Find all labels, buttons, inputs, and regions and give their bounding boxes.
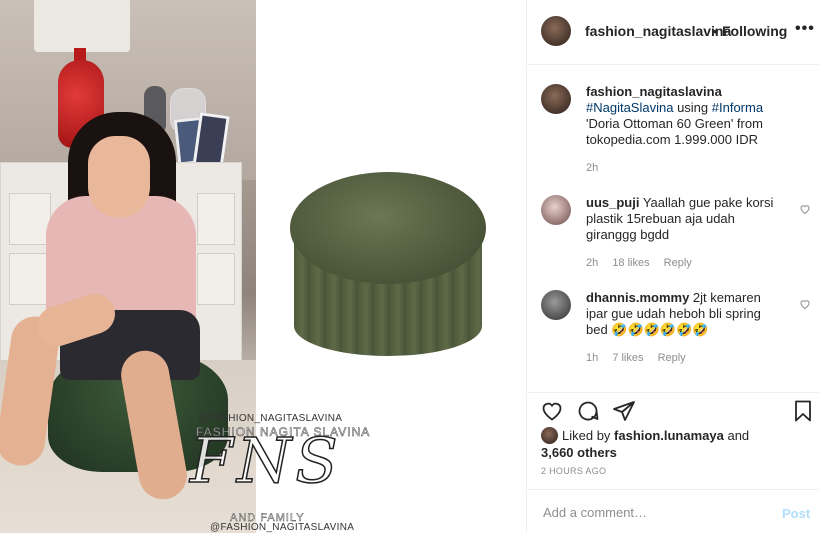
avatar[interactable] [541, 427, 558, 444]
caption-username[interactable]: fashion_nagitaslavina [586, 84, 722, 99]
hashtag-link[interactable]: #NagitaSlavina [586, 100, 673, 115]
ottoman-product-image [290, 168, 490, 368]
more-horizontal-icon[interactable]: ••• [795, 20, 815, 38]
comment-meta: 2h 18 likes Reply [586, 257, 703, 269]
comment-likes[interactable]: 18 likes [612, 257, 649, 269]
reply-button[interactable]: Reply [664, 257, 692, 269]
likes-count[interactable]: 3,660 others [541, 445, 617, 460]
comment-time[interactable]: 2h [586, 257, 598, 269]
comment-text: dhannis.mommy 2jt kemaren ipar gue udah … [586, 290, 776, 338]
drawer [197, 253, 235, 305]
post-timestamp[interactable]: 2 HOURS AGO [541, 466, 606, 476]
header-username[interactable]: fashion_nagitaslavina [585, 23, 731, 39]
bookmark-icon[interactable] [791, 399, 815, 423]
post-media[interactable]: @FASHION_NAGITASLAVINA FASHION NAGITA SL… [0, 0, 526, 533]
avatar[interactable] [541, 290, 571, 320]
comment-likes[interactable]: 7 likes [612, 352, 643, 364]
avatar[interactable] [541, 84, 571, 114]
heart-icon[interactable] [540, 399, 564, 423]
person-face [88, 136, 150, 218]
following-button[interactable]: Following [722, 23, 787, 39]
heart-icon[interactable] [799, 203, 811, 215]
add-comment-bar: Post [527, 489, 819, 534]
reply-button[interactable]: Reply [658, 352, 686, 364]
post-header: fashion_nagitaslavina • Following ••• [527, 0, 819, 65]
watermark-handle: @FASHION_NAGITASLAVINA [210, 522, 355, 533]
post-button[interactable]: Post [782, 506, 810, 521]
comment-username[interactable]: uus_puji [586, 195, 639, 210]
action-bar [527, 392, 819, 427]
heart-icon[interactable] [799, 298, 811, 310]
share-icon[interactable] [612, 399, 636, 423]
avatar[interactable] [541, 195, 571, 225]
caption-meta: 2h [586, 162, 609, 174]
drawer [9, 193, 51, 245]
avatar[interactable] [541, 16, 571, 46]
watermark-logo: FNS [189, 424, 342, 497]
liker-username[interactable]: fashion.lunamaya [614, 428, 724, 443]
hashtag-link[interactable]: #Informa [712, 100, 763, 115]
drawer [9, 253, 51, 305]
comment-input[interactable] [541, 504, 765, 521]
caption-fragment: 'Doria Ottoman 60 Green' from tokopedia.… [586, 116, 763, 147]
caption-fragment: using [673, 100, 712, 115]
likes-middle: and [723, 428, 750, 443]
comment-meta: 1h 7 likes Reply [586, 352, 697, 364]
watermark-handle: @FASHION_NAGITASLAVINA [198, 413, 343, 424]
likes-summary: Liked by fashion.lunamaya and 3,660 othe… [541, 427, 811, 461]
caption-time[interactable]: 2h [586, 162, 598, 174]
separator-dot: • [713, 23, 718, 39]
likes-prefix: Liked by [562, 428, 615, 443]
ottoman-top [290, 172, 486, 284]
lamp-shade [34, 0, 130, 52]
post-sidebar: fashion_nagitaslavina • Following ••• fa… [526, 0, 819, 533]
comment-icon[interactable] [576, 399, 600, 423]
caption-text: fashion_nagitaslavina #NagitaSlavina usi… [586, 84, 776, 148]
drawer [197, 193, 235, 245]
comment-text: uus_puji Yaallah gue pake korsi plastik … [586, 195, 776, 243]
comment-username[interactable]: dhannis.mommy [586, 290, 689, 305]
comment-time[interactable]: 1h [586, 352, 598, 364]
